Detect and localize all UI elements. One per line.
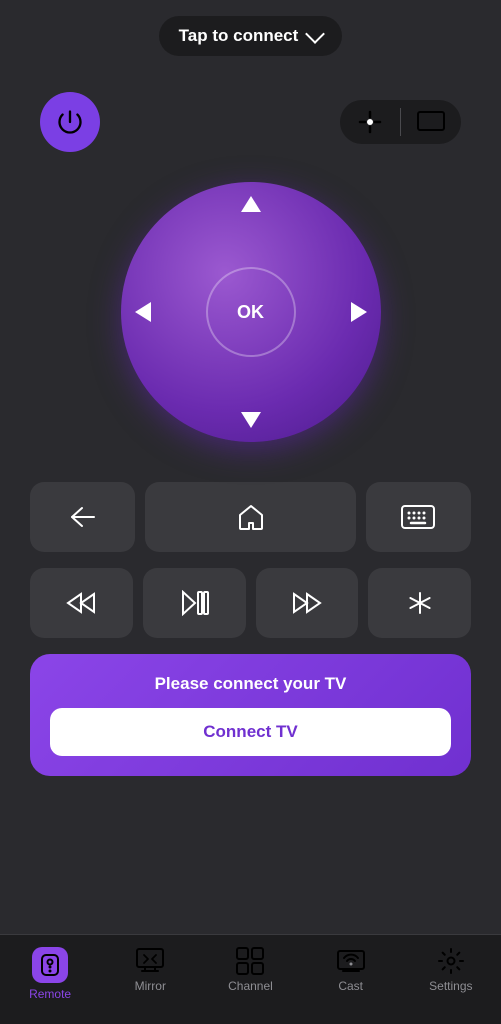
keyboard-button[interactable]: [366, 482, 471, 552]
button-row-2: [30, 568, 471, 638]
nav-item-mirror[interactable]: Mirror: [115, 947, 185, 993]
dpad-down-button[interactable]: [241, 412, 261, 428]
nav-item-remote[interactable]: Remote: [15, 947, 85, 1001]
controls-group: [340, 100, 461, 144]
rewind-button[interactable]: [30, 568, 133, 638]
header: Tap to connect: [0, 0, 501, 72]
down-arrow-icon: [241, 412, 261, 428]
fast-forward-button[interactable]: [256, 568, 359, 638]
play-pause-button[interactable]: [143, 568, 246, 638]
right-arrow-icon: [351, 302, 367, 322]
dpad-container: OK: [121, 182, 381, 442]
left-arrow-icon: [135, 302, 151, 322]
asterisk-button[interactable]: [368, 568, 471, 638]
nav-label-remote: Remote: [29, 987, 71, 1001]
divider: [400, 108, 401, 136]
nav-item-cast[interactable]: Cast: [316, 947, 386, 993]
nav-label-settings: Settings: [429, 979, 472, 993]
settings-icon: [437, 947, 465, 975]
ok-button[interactable]: OK: [206, 267, 296, 357]
remote-icon-bg: [32, 947, 68, 983]
connect-banner-text: Please connect your TV: [155, 674, 347, 694]
mirror-icon: [136, 947, 164, 975]
nav-label-channel: Channel: [228, 979, 273, 993]
move-button[interactable]: [356, 108, 384, 136]
up-arrow-icon: [241, 196, 261, 212]
nav-label-cast: Cast: [338, 979, 363, 993]
dpad-up-button[interactable]: [241, 196, 261, 212]
bottom-nav: Remote Mirror Channel: [0, 934, 501, 1024]
main-content: OK: [0, 72, 501, 934]
nav-label-mirror: Mirror: [135, 979, 166, 993]
nav-item-channel[interactable]: Channel: [215, 947, 285, 993]
connect-tv-button[interactable]: Connect TV: [50, 708, 451, 756]
channel-icon: [236, 947, 264, 975]
chevron-down-icon: [305, 24, 325, 44]
home-button[interactable]: [145, 482, 356, 552]
cast-icon: [337, 947, 365, 975]
power-button[interactable]: [40, 92, 100, 152]
top-controls: [30, 92, 471, 152]
connect-banner: Please connect your TV Connect TV: [30, 654, 471, 776]
screen-button[interactable]: [417, 111, 445, 133]
nav-item-settings[interactable]: Settings: [416, 947, 486, 993]
dpad-circle: OK: [121, 182, 381, 442]
dpad-left-button[interactable]: [135, 302, 151, 322]
back-button[interactable]: [30, 482, 135, 552]
connect-pill[interactable]: Tap to connect: [159, 16, 343, 56]
button-row-1: [30, 482, 471, 552]
connect-label: Tap to connect: [179, 26, 299, 46]
dpad-right-button[interactable]: [351, 302, 367, 322]
